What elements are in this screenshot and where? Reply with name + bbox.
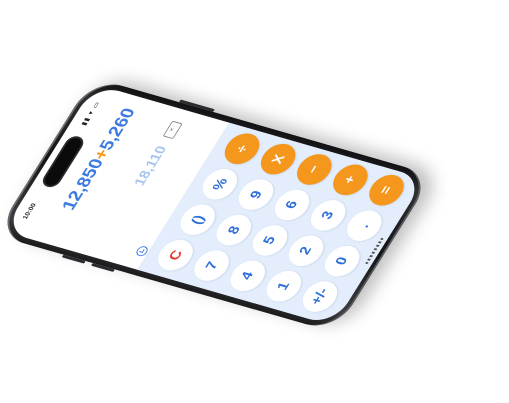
keypad: C () % ÷ 7 8 9 X 4 5 6 − 1 2 3 + +/- 0 .… bbox=[137, 122, 426, 326]
parentheses-button[interactable]: () bbox=[174, 200, 222, 239]
digit-3-button[interactable]: 3 bbox=[304, 196, 352, 235]
equals-button[interactable]: = bbox=[362, 171, 410, 210]
result-row: 18,110 × bbox=[130, 120, 185, 188]
digit-5-button[interactable]: 5 bbox=[246, 221, 294, 260]
backspace-icon[interactable]: × bbox=[162, 120, 183, 140]
digit-6-button[interactable]: 6 bbox=[268, 186, 316, 224]
multiply-button[interactable]: X bbox=[254, 140, 303, 179]
digit-2-button[interactable]: 2 bbox=[282, 231, 330, 270]
expression-right-operand: 5,260 bbox=[95, 106, 140, 153]
status-time: 10:00 bbox=[22, 202, 38, 221]
percent-button[interactable]: % bbox=[196, 165, 245, 204]
result-preview: 18,110 bbox=[130, 144, 170, 188]
digit-8-button[interactable]: 8 bbox=[210, 211, 258, 250]
sign-toggle-button[interactable]: +/- bbox=[295, 277, 344, 316]
subtract-button[interactable]: − bbox=[290, 150, 339, 189]
digit-7-button[interactable]: 7 bbox=[188, 246, 236, 285]
clear-button[interactable]: C bbox=[152, 236, 200, 275]
digit-0-button[interactable]: 0 bbox=[318, 242, 366, 280]
digit-1-button[interactable]: 1 bbox=[259, 267, 308, 306]
digit-9-button[interactable]: 9 bbox=[232, 175, 280, 214]
add-button[interactable]: + bbox=[326, 160, 375, 199]
divide-button[interactable]: ÷ bbox=[218, 129, 267, 168]
stage: 10:00 ▮▮ ▾ ▭ 12,850+5,260 18,110 × C () … bbox=[0, 0, 509, 403]
signal-wifi-battery-icon: ▮▮ ▾ ▭ bbox=[80, 100, 102, 127]
digit-4-button[interactable]: 4 bbox=[223, 256, 272, 295]
phone-device: 10:00 ▮▮ ▾ ▭ 12,850+5,260 18,110 × C () … bbox=[0, 77, 434, 333]
